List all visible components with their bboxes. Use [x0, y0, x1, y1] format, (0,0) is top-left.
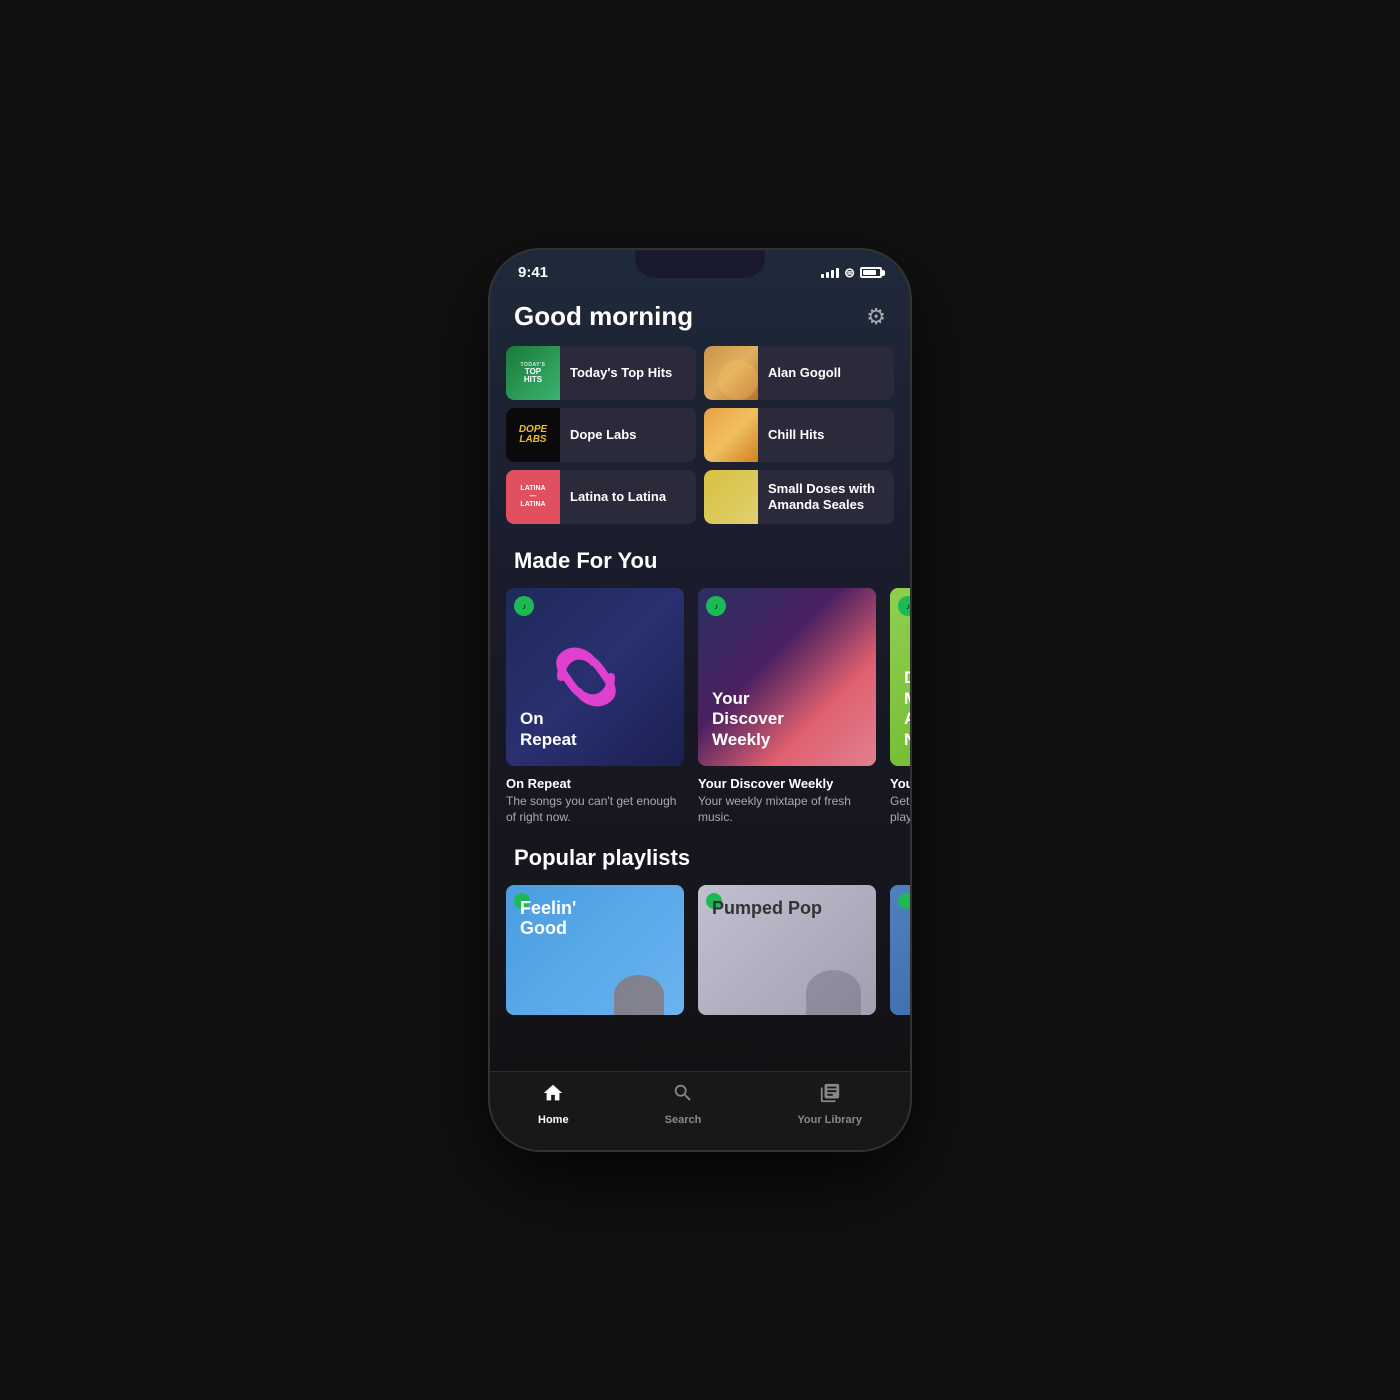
mfy-card-discover-desc: Your weekly mixtape of fresh music.: [698, 794, 876, 825]
popular-playlists-scroll[interactable]: Feelin'Good Pumped Pop: [490, 885, 910, 1039]
pop-thumb-partial: [890, 885, 910, 1015]
header: Good morning ⚙: [490, 291, 910, 346]
home-icon: [542, 1082, 564, 1110]
made-for-you-scroll[interactable]: ♪ OnRepeat On Repeat The songs you can't…: [490, 588, 910, 841]
quick-label-todays-top-hits: Today's Top Hits: [560, 365, 682, 381]
nav-item-search[interactable]: Search: [645, 1082, 722, 1126]
mfy-card-daily-mix[interactable]: ♪ DMUANNE Your... Get...play...: [890, 588, 910, 825]
made-for-you-section: Made For You ♪ OnRepeat: [490, 544, 910, 841]
phone-frame: 9:41 ⊜ Good morning ⚙: [490, 250, 910, 1150]
mfy-card-discover-title: Your Discover Weekly: [698, 776, 876, 791]
nav-label-search: Search: [665, 1114, 702, 1126]
quick-item-todays-top-hits[interactable]: TODAY'S TOPHITS Today's Top Hits: [506, 346, 696, 400]
quick-thumb-small-doses: [704, 470, 758, 524]
quick-access-grid: TODAY'S TOPHITS Today's Top Hits Alan Go…: [490, 346, 910, 544]
made-for-you-title: Made For You: [490, 544, 910, 588]
quick-thumb-dope-labs: DOPELABS: [506, 408, 560, 462]
pop-thumb-feelin: Feelin'Good: [506, 885, 684, 1015]
pop-thumb-pumped: Pumped Pop: [698, 885, 876, 1015]
main-scroll: Good morning ⚙ TODAY'S TOPHITS Today's T…: [490, 281, 910, 1071]
quick-thumb-latina-to-latina: LATINA—LATINA: [506, 470, 560, 524]
spotify-badge-discover: ♪: [706, 596, 726, 616]
quick-thumb-alan-gogoll: [704, 346, 758, 400]
spotify-badge-on-repeat: ♪: [514, 596, 534, 616]
quick-item-dope-labs[interactable]: DOPELABS Dope Labs: [506, 408, 696, 462]
pop-card-partial[interactable]: [890, 885, 910, 1023]
nav-label-home: Home: [538, 1114, 569, 1126]
pop-card-feelin-good[interactable]: Feelin'Good: [506, 885, 684, 1023]
page-title: Good morning: [514, 301, 693, 332]
mfy-card-on-repeat-title: On Repeat: [506, 776, 684, 791]
phone-bg: 9:41 ⊜ Good morning ⚙: [490, 250, 910, 1150]
pumped-title: Pumped Pop: [712, 899, 822, 919]
wifi-icon: ⊜: [844, 265, 855, 281]
mfy-thumb-on-repeat: ♪ OnRepeat: [506, 588, 684, 766]
feelin-title: Feelin'Good: [520, 899, 576, 939]
signal-icon: [821, 268, 839, 278]
quick-item-chill-hits[interactable]: Chill Hits: [704, 408, 894, 462]
mfy-thumb-discover: ♪ YourDiscoverWeekly: [698, 588, 876, 766]
battery-icon: [860, 267, 882, 278]
quick-label-latina-to-latina: Latina to Latina: [560, 489, 676, 505]
quick-thumb-chill-hits: [704, 408, 758, 462]
discover-card-label: YourDiscoverWeekly: [712, 689, 784, 750]
quick-item-small-doses[interactable]: Small Doses with Amanda Seales: [704, 470, 894, 524]
library-icon: [819, 1082, 841, 1110]
popular-playlists-title: Popular playlists: [490, 841, 910, 885]
quick-thumb-todays-top-hits: TODAY'S TOPHITS: [506, 346, 560, 400]
on-repeat-card-label: OnRepeat: [520, 709, 577, 750]
nav-item-library[interactable]: Your Library: [777, 1082, 882, 1126]
mfy-card-on-repeat[interactable]: ♪ OnRepeat On Repeat The songs you can't…: [506, 588, 684, 825]
quick-item-latina-to-latina[interactable]: LATINA—LATINA Latina to Latina: [506, 470, 696, 524]
status-icons: ⊜: [821, 265, 882, 281]
notch: [635, 250, 765, 278]
mfy-card-daily-desc: Get...play...: [890, 794, 910, 825]
bottom-nav: Home Search Your Library: [490, 1071, 910, 1150]
spotify-badge-partial: [898, 893, 910, 909]
search-icon: [672, 1082, 694, 1110]
nav-label-library: Your Library: [797, 1114, 862, 1126]
quick-label-alan-gogoll: Alan Gogoll: [758, 365, 851, 381]
quick-label-chill-hits: Chill Hits: [758, 427, 834, 443]
nav-item-home[interactable]: Home: [518, 1082, 589, 1126]
quick-label-dope-labs: Dope Labs: [560, 427, 646, 443]
pop-card-pumped-pop[interactable]: Pumped Pop: [698, 885, 876, 1023]
mfy-card-on-repeat-desc: The songs you can't get enough of right …: [506, 794, 684, 825]
mfy-card-discover-weekly[interactable]: ♪ YourDiscoverWeekly Your Discover Weekl…: [698, 588, 876, 825]
settings-button[interactable]: ⚙: [866, 304, 886, 330]
quick-item-alan-gogoll[interactable]: Alan Gogoll: [704, 346, 894, 400]
spotify-badge-daily: ♪: [898, 596, 910, 616]
mfy-thumb-daily-mix: ♪ DMUANNE: [890, 588, 910, 766]
status-time: 9:41: [518, 264, 548, 281]
popular-playlists-section: Popular playlists Feelin'Good: [490, 841, 910, 1039]
quick-label-small-doses: Small Doses with Amanda Seales: [758, 481, 894, 512]
daily-card-label: DMUANNE: [904, 668, 910, 750]
mfy-card-daily-title: Your...: [890, 776, 910, 791]
